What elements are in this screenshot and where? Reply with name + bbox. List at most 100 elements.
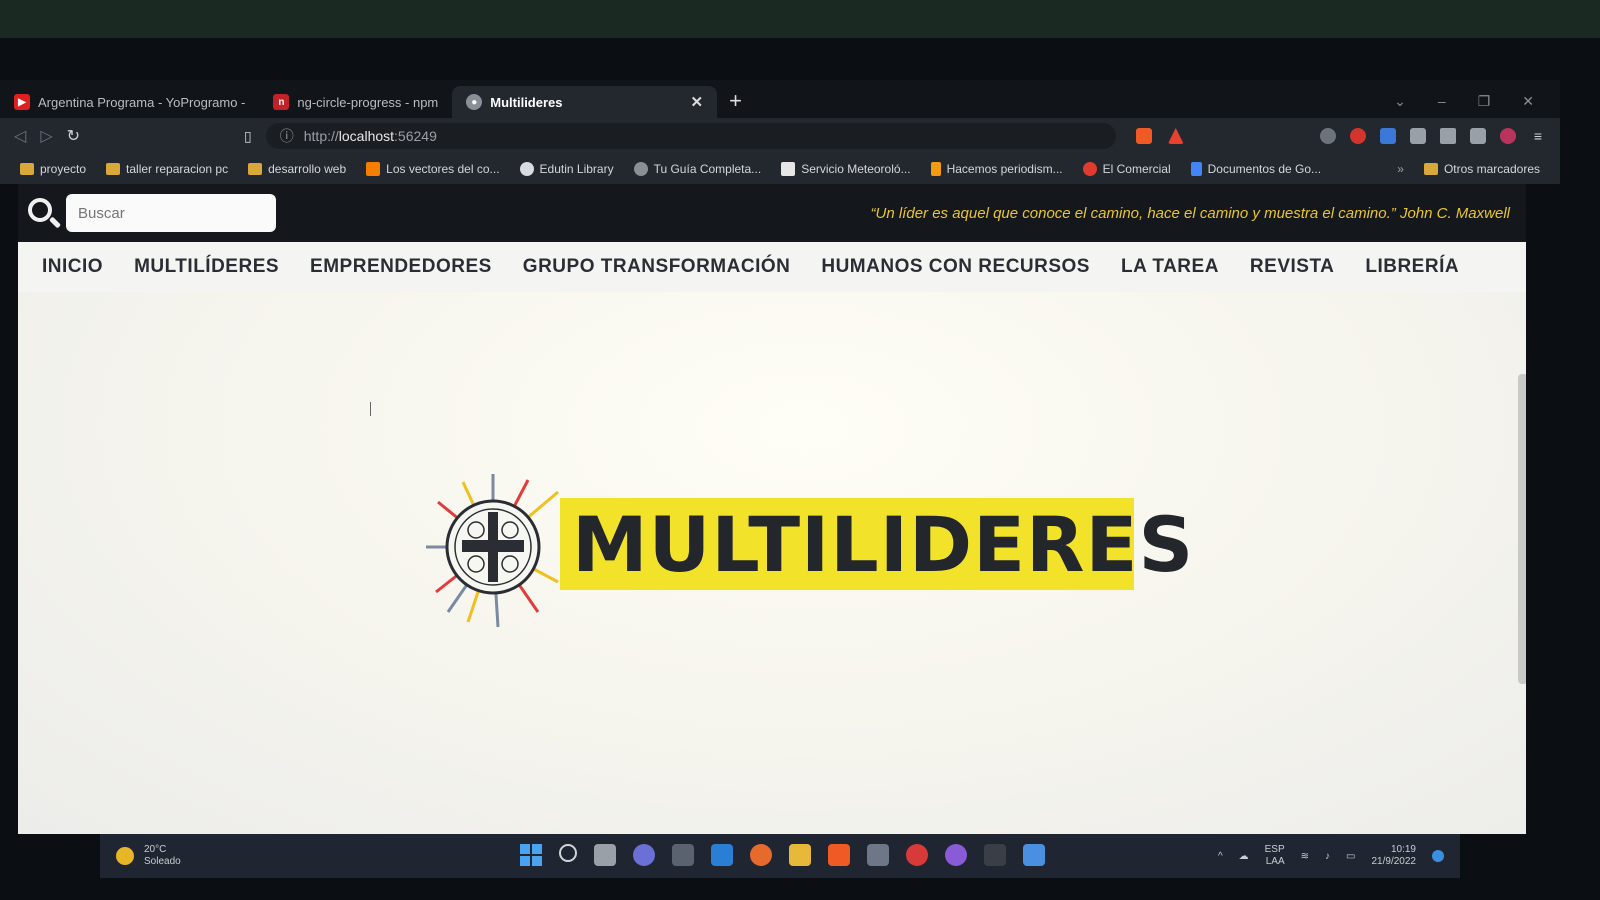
folder-icon xyxy=(106,163,121,175)
restore-icon[interactable]: ❐ xyxy=(1478,93,1491,110)
start-icon[interactable] xyxy=(520,844,542,866)
nav-libreria[interactable]: LIBRERÍA xyxy=(1365,256,1459,278)
battery-icon[interactable]: ▭ xyxy=(1346,851,1355,862)
store-icon[interactable] xyxy=(672,844,694,866)
nav-multilideres[interactable]: MULTILÍDERES xyxy=(134,256,279,278)
multilideres-logo: MULTILIDERES xyxy=(418,462,1193,642)
system-tray: ^ ☁ ESP LAA ≋ ♪ ▭ 10:19 21/9/2022 xyxy=(1218,844,1444,868)
minimize-icon[interactable]: – xyxy=(1438,93,1446,110)
globe-icon: ● xyxy=(466,94,483,110)
folder-icon xyxy=(20,163,34,175)
vscode-icon[interactable] xyxy=(711,844,733,866)
back-icon[interactable]: ◁ xyxy=(14,126,26,146)
profile-avatar[interactable] xyxy=(1500,128,1516,144)
puzzle-icon[interactable] xyxy=(1410,128,1426,144)
site-info-icon[interactable]: ⓘ xyxy=(280,126,294,146)
bookmark-vectores[interactable]: Los vectores del co... xyxy=(366,162,500,176)
cloud-icon[interactable]: ☁ xyxy=(1239,851,1249,862)
bookmark-periodismo[interactable]: Hacemos periodism... xyxy=(930,162,1063,176)
sun-icon xyxy=(116,847,134,865)
bookmark-folder-proyecto[interactable]: proyecto xyxy=(20,162,86,176)
taskbar-apps xyxy=(520,844,1045,866)
red-app-icon[interactable] xyxy=(906,844,928,866)
nav-emprendedores[interactable]: EMPRENDEDORES xyxy=(310,256,492,278)
chevron-up-icon[interactable]: ^ xyxy=(1218,851,1223,862)
other-bookmarks-folder[interactable]: Otros marcadores xyxy=(1423,162,1540,176)
weather-widget[interactable]: 20°C Soleado xyxy=(116,844,181,868)
weather-site-icon xyxy=(781,162,796,176)
shield-buttons xyxy=(1135,128,1184,144)
brand-title: MULTILIDERES xyxy=(572,499,1195,589)
folder-icon xyxy=(248,163,263,175)
search-input[interactable] xyxy=(66,194,276,232)
address-bar[interactable]: ⓘ http://localhost:56249 xyxy=(265,123,1116,149)
bookmark-meteorologico[interactable]: Servicio Meteoroló... xyxy=(781,162,911,176)
close-tab-icon[interactable]: ✕ xyxy=(691,93,704,111)
brand-banner: MULTILIDERES xyxy=(560,498,1193,590)
nav-revista[interactable]: REVISTA xyxy=(1250,256,1334,278)
extension-icon[interactable] xyxy=(1320,128,1336,144)
keyboard-language[interactable]: ESP LAA xyxy=(1265,844,1285,868)
bookmark-elcomercial[interactable]: El Comercial xyxy=(1082,162,1171,176)
youtube-icon: ▶ xyxy=(14,94,30,110)
search-taskbar-icon[interactable] xyxy=(559,844,577,862)
url-text: http://localhost:56249 xyxy=(303,128,437,144)
windows-taskbar: 20°C Soleado ^ ☁ ESP LAA ≋ ♪ ▭ 10:19 21/… xyxy=(100,834,1460,878)
brave-rewards-icon[interactable] xyxy=(1167,128,1184,144)
bookmark-page-icon[interactable]: ▯ xyxy=(244,128,252,145)
forward-icon[interactable]: ▷ xyxy=(40,126,52,146)
clock[interactable]: 10:19 21/9/2022 xyxy=(1372,844,1417,868)
playlist-icon[interactable] xyxy=(1440,128,1456,144)
window-controls: ⌄ – ❐ ✕ xyxy=(1368,93,1560,118)
notification-icon[interactable] xyxy=(1432,850,1444,862)
tab-multilideres[interactable]: ● Multilideres ✕ xyxy=(452,86,718,118)
browser-tab-strip: ▶ Argentina Programa - YoProgramo - n ng… xyxy=(0,80,1560,118)
tab-yoprogramo[interactable]: ▶ Argentina Programa - YoProgramo - xyxy=(0,86,259,118)
search-icon[interactable] xyxy=(26,196,62,230)
leadership-quote: “Un líder es aquel que conoce el camino,… xyxy=(870,204,1510,222)
terminal-icon[interactable] xyxy=(984,844,1006,866)
tab-label: Multilideres xyxy=(490,94,563,110)
github-icon[interactable] xyxy=(945,844,967,866)
close-window-icon[interactable]: ✕ xyxy=(1522,93,1534,110)
mouse-cursor xyxy=(370,402,380,416)
medal-emblem-icon xyxy=(426,474,559,628)
main-navigation: INICIO MULTILÍDERES EMPRENDEDORES GRUPO … xyxy=(18,242,1526,292)
bookmark-documentos[interactable]: Documentos de Go... xyxy=(1190,162,1321,176)
new-tab-button[interactable]: + xyxy=(717,88,754,118)
tab-label: Argentina Programa - YoProgramo - xyxy=(38,94,246,110)
extension-icon[interactable] xyxy=(1350,128,1366,144)
volume-icon[interactable]: ♪ xyxy=(1325,851,1330,862)
cube-app-icon[interactable] xyxy=(1023,844,1045,866)
nav-inicio[interactable]: INICIO xyxy=(42,256,103,278)
weather-condition: Soleado xyxy=(144,856,181,867)
menu-icon[interactable]: ≡ xyxy=(1530,128,1546,144)
nav-grupo-transformacion[interactable]: GRUPO TRANSFORMACIÓN xyxy=(523,256,791,278)
bookmark-guia[interactable]: Tu Guía Completa... xyxy=(633,162,761,176)
more-bookmarks-button[interactable]: » xyxy=(1397,162,1404,176)
info-icon xyxy=(930,162,941,176)
brave-browser-icon[interactable] xyxy=(828,844,850,866)
wallet-icon[interactable] xyxy=(1470,128,1486,144)
wifi-icon[interactable]: ≋ xyxy=(1301,851,1309,862)
task-view-icon[interactable] xyxy=(594,844,616,866)
nav-humanos-con-recursos[interactable]: HUMANOS CON RECURSOS xyxy=(821,256,1090,278)
tab-search-icon[interactable]: ⌄ xyxy=(1394,93,1406,110)
bookmark-folder-taller[interactable]: taller reparacion pc xyxy=(106,162,228,176)
npm-icon: n xyxy=(273,94,290,110)
tab-ng-circle-progress[interactable]: n ng-circle-progress - npm xyxy=(259,86,452,118)
brave-shield-icon[interactable] xyxy=(1135,128,1152,144)
elcomercial-icon xyxy=(1082,162,1097,176)
temperature: 20°C xyxy=(144,844,167,855)
nav-la-tarea[interactable]: LA TAREA xyxy=(1121,256,1219,278)
page-scrollbar[interactable] xyxy=(1518,374,1526,684)
bookmark-folder-desarrollo[interactable]: desarrollo web xyxy=(248,162,346,176)
file-explorer-icon[interactable] xyxy=(789,844,811,866)
reload-icon[interactable]: ↻ xyxy=(67,126,80,146)
web-page: “Un líder es aquel que conoce el camino,… xyxy=(18,184,1526,834)
calculator-icon[interactable] xyxy=(867,844,889,866)
translate-icon[interactable] xyxy=(1380,128,1396,144)
firefox-icon[interactable] xyxy=(750,844,772,866)
chat-icon[interactable] xyxy=(633,844,655,866)
bookmark-edutin[interactable]: Edutin Library xyxy=(519,162,614,176)
